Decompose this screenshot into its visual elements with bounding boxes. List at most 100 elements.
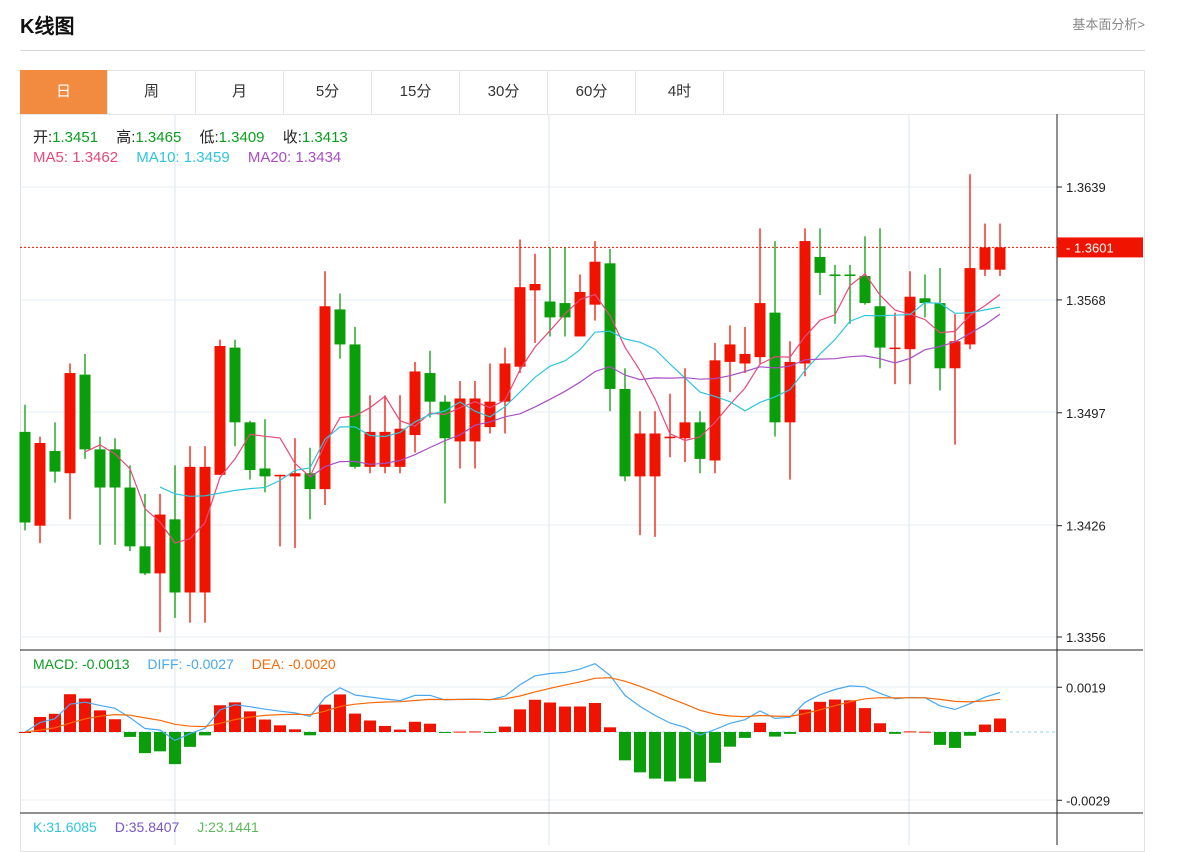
macd-bar [859, 708, 871, 732]
candle-body [274, 474, 286, 477]
macd-bar [814, 701, 826, 732]
d-label: D: [114, 819, 129, 835]
candle-body [829, 274, 841, 277]
candle-body [49, 450, 61, 472]
candle-body [229, 347, 241, 423]
macd-bar [964, 732, 976, 736]
price-tick-label: 1.3356 [1066, 630, 1106, 645]
candle-body [994, 247, 1006, 270]
ma20-label: MA20: [247, 149, 292, 166]
macd-bar [604, 727, 616, 732]
macd-bar [409, 721, 421, 732]
macd-bar [709, 732, 721, 763]
macd-bar [394, 729, 406, 732]
high-label: 高: [116, 129, 136, 146]
macd-bar [949, 732, 961, 748]
candle-body [664, 436, 676, 439]
candle-body [244, 422, 256, 471]
ma10-value: 1.3459 [183, 149, 230, 166]
d-value: 35.8407 [128, 819, 180, 835]
candle-body [889, 347, 901, 350]
candle-body [844, 274, 856, 277]
candle-body [694, 422, 706, 459]
macd-bar [154, 732, 166, 752]
macd-tick-label: -0.0029 [1066, 793, 1110, 808]
candle-body [619, 388, 631, 477]
candle-body [544, 301, 556, 318]
macd-bar [19, 732, 31, 733]
macd-bar [634, 732, 646, 773]
ohlc-readout: 开:1.3451 高:1.3465 低:1.3409 收:1.3413 [33, 126, 362, 147]
dea-label: DEA: [251, 656, 285, 672]
macd-bar [469, 731, 481, 733]
dea-value: -0.0020 [288, 656, 336, 672]
candle-body [529, 283, 541, 291]
macd-bar [319, 704, 331, 732]
low-value: 1.3409 [218, 129, 265, 146]
macd-bar [874, 723, 886, 732]
macd-bar [589, 702, 601, 732]
candle-body [424, 373, 436, 402]
macd-bar [229, 702, 241, 732]
price-tick-label: 1.3568 [1066, 293, 1106, 308]
candle-body [934, 303, 946, 369]
candle-body [604, 263, 616, 389]
k-label: K: [33, 819, 47, 835]
candle-body [34, 443, 46, 526]
candle-body [739, 353, 751, 364]
macd-bar [544, 702, 556, 732]
macd-bar [109, 719, 121, 732]
current-price-label: - 1.3601 [1066, 240, 1114, 255]
macd-bar [694, 732, 706, 782]
candle-body [949, 341, 961, 369]
ma20-value: 1.3434 [295, 149, 342, 166]
candle-body [94, 449, 106, 488]
macd-bar [484, 732, 496, 733]
candle-body [109, 449, 121, 488]
candle-body [199, 466, 211, 593]
macd-bar [334, 694, 346, 732]
candle-body [154, 514, 166, 574]
macd-bar [349, 713, 361, 732]
macd-bar [754, 722, 766, 732]
candle-body [139, 546, 151, 574]
macd-bar [244, 711, 256, 732]
high-value: 1.3465 [135, 129, 182, 146]
macd-bar [889, 732, 901, 734]
macd-bar [199, 732, 211, 736]
candle-body [904, 296, 916, 350]
macd-bar [739, 732, 751, 738]
macd-bar [259, 719, 271, 732]
candle-body [169, 519, 181, 593]
macd-bar [664, 732, 676, 782]
candle-body [349, 344, 361, 467]
ma5-value: 1.3462 [72, 149, 119, 166]
macd-bar [574, 706, 586, 732]
macd-bar [934, 732, 946, 745]
j-value: 23.1441 [208, 819, 259, 835]
candle-body [754, 303, 766, 358]
candle-body [124, 487, 136, 547]
candle-body [364, 431, 376, 467]
candle-body [649, 433, 661, 477]
candle-body [469, 398, 481, 442]
macd-bar [49, 713, 61, 732]
macd-bar [919, 731, 931, 733]
price-tick-label: 1.3426 [1066, 519, 1106, 534]
diff-value: -0.0027 [186, 656, 234, 672]
candle-body [64, 373, 76, 474]
macd-bar [559, 706, 571, 732]
macd-bar [529, 699, 541, 732]
candle-body [589, 261, 601, 305]
candle-body [289, 473, 301, 477]
macd-label: MACD: [33, 656, 79, 672]
macd-bar [499, 726, 511, 732]
macd-bar [274, 725, 286, 732]
ma5-label: MA5: [33, 149, 69, 166]
candle-body [724, 344, 736, 362]
macd-bar [769, 732, 781, 737]
macd-readout: MACD: -0.0013 DIFF: -0.0027 DEA: -0.0020 [33, 656, 350, 672]
j-label: J: [197, 819, 209, 835]
open-label: 开: [33, 129, 53, 146]
macd-bar [649, 732, 661, 779]
